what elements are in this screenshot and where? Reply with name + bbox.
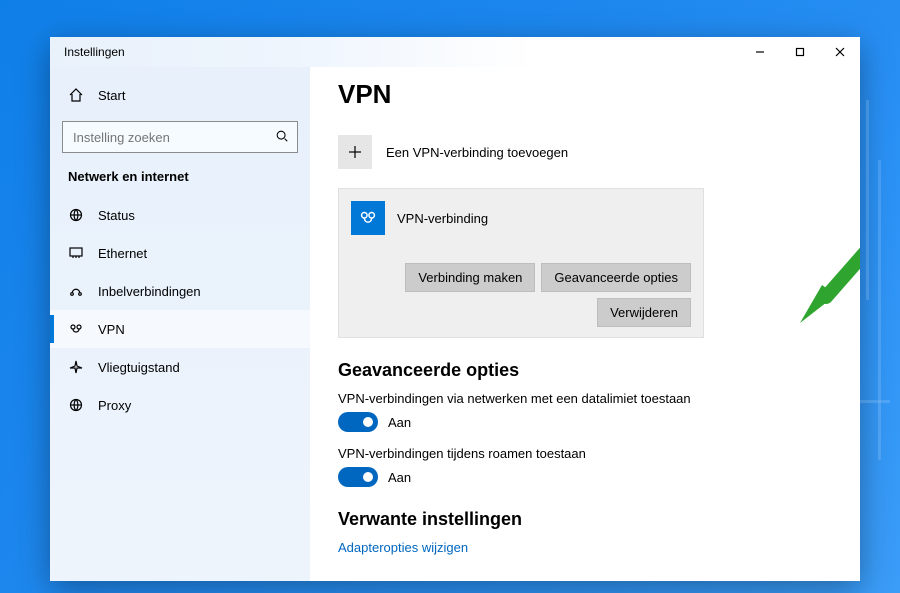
vpn-icon: [68, 321, 84, 337]
page-title: VPN: [338, 79, 832, 110]
minimize-icon: [755, 47, 765, 57]
add-vpn-label: Een VPN-verbinding toevoegen: [386, 145, 568, 160]
close-icon: [835, 47, 845, 57]
search-icon: [275, 129, 289, 146]
roaming-toggle[interactable]: [338, 467, 378, 487]
settings-window: Instellingen Start: [50, 37, 860, 581]
toggle-label: VPN-verbindingen tijdens roamen toestaan: [338, 446, 832, 461]
toggle-state-text: Aan: [388, 470, 411, 485]
sidebar-section-title: Netwerk en internet: [50, 163, 310, 196]
sidebar-nav: Status Ethernet Inbelverbindingen: [50, 196, 310, 424]
vpn-connection-icon: [351, 201, 385, 235]
sidebar-item-proxy[interactable]: Proxy: [50, 386, 310, 424]
proxy-icon: [68, 397, 84, 413]
adapter-options-link[interactable]: Adapteropties wijzigen: [338, 540, 832, 555]
sidebar: Start Netwerk en internet Status: [50, 67, 310, 581]
toggle-row-metered: VPN-verbindingen via netwerken met een d…: [338, 391, 832, 432]
vpn-connection-card[interactable]: VPN-verbinding Verbinding maken Geavance…: [338, 188, 704, 338]
status-icon: [68, 207, 84, 223]
home-button[interactable]: Start: [50, 77, 310, 113]
search-input[interactable]: [71, 129, 275, 146]
related-section-title: Verwante instellingen: [338, 509, 832, 530]
toggle-row-roaming: VPN-verbindingen tijdens roamen toestaan…: [338, 446, 832, 487]
annotation-arrow: [800, 207, 860, 327]
sidebar-item-label: Vliegtuigstand: [98, 360, 180, 375]
desktop-background: Instellingen Start: [0, 0, 900, 593]
remove-button[interactable]: Verwijderen: [597, 298, 691, 327]
plus-icon: [338, 135, 372, 169]
toggle-label: VPN-verbindingen via netwerken met een d…: [338, 391, 832, 406]
window-title: Instellingen: [64, 45, 125, 59]
sidebar-item-ethernet[interactable]: Ethernet: [50, 234, 310, 272]
add-vpn-row[interactable]: Een VPN-verbinding toevoegen: [338, 124, 832, 180]
dialup-icon: [68, 283, 84, 299]
sidebar-item-airplane[interactable]: Vliegtuigstand: [50, 348, 310, 386]
close-button[interactable]: [820, 37, 860, 67]
sidebar-item-label: Status: [98, 208, 135, 223]
minimize-button[interactable]: [740, 37, 780, 67]
sidebar-item-label: VPN: [98, 322, 125, 337]
connect-button[interactable]: Verbinding maken: [405, 263, 535, 292]
home-icon: [68, 87, 84, 103]
advanced-section-title: Geavanceerde opties: [338, 360, 832, 381]
search-box[interactable]: [62, 121, 298, 153]
home-label: Start: [98, 88, 125, 103]
airplane-icon: [68, 359, 84, 375]
advanced-options-button[interactable]: Geavanceerde opties: [541, 263, 691, 292]
content-area: VPN Een VPN-verbinding toevoegen VPN-ver…: [310, 67, 860, 581]
ethernet-icon: [68, 245, 84, 261]
sidebar-item-label: Inbelverbindingen: [98, 284, 201, 299]
metered-toggle[interactable]: [338, 412, 378, 432]
maximize-button[interactable]: [780, 37, 820, 67]
sidebar-item-status[interactable]: Status: [50, 196, 310, 234]
sidebar-item-label: Ethernet: [98, 246, 147, 261]
sidebar-item-label: Proxy: [98, 398, 131, 413]
vpn-connection-name: VPN-verbinding: [397, 211, 488, 226]
sidebar-item-vpn[interactable]: VPN: [50, 310, 310, 348]
titlebar: Instellingen: [50, 37, 860, 67]
toggle-state-text: Aan: [388, 415, 411, 430]
maximize-icon: [795, 47, 805, 57]
sidebar-item-dialup[interactable]: Inbelverbindingen: [50, 272, 310, 310]
